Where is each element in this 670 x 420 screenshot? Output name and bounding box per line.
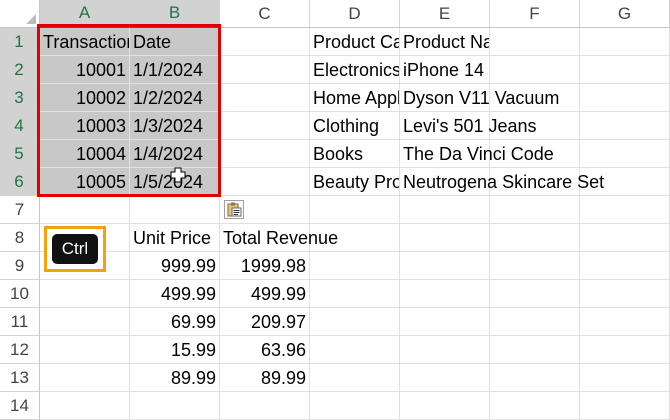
cell-b11[interactable]: 69.99 [130,308,220,336]
cell-c12[interactable]: 63.96 [220,336,310,364]
row-header-9[interactable]: 9 [0,252,40,280]
cell-e6[interactable]: Neutrogena Skincare Set [400,168,604,196]
grid-vertical-line [579,28,580,420]
cell-b5[interactable]: 1/4/2024 [130,140,220,168]
cell-c11[interactable]: 209.97 [220,308,310,336]
spreadsheet-grid[interactable]: A B C D E F G 1 2 3 4 5 6 7 8 9 10 11 12… [0,0,670,420]
row-header-11[interactable]: 11 [0,308,40,336]
cell-e2[interactable]: iPhone 14 Pro [400,56,490,84]
column-header-f[interactable]: F [490,0,580,28]
cell-e5[interactable]: The Da Vinci Code [400,140,554,168]
column-header-g[interactable]: G [580,0,670,28]
row-header-3[interactable]: 3 [0,84,40,112]
cell-c9[interactable]: 1999.98 [220,252,310,280]
cell-a3[interactable]: 10002 [40,84,130,112]
row-header-10[interactable]: 10 [0,280,40,308]
row-header-5[interactable]: 5 [0,140,40,168]
ctrl-key-label: Ctrl [52,234,98,264]
row-header-4[interactable]: 4 [0,112,40,140]
cell-b2[interactable]: 1/1/2024 [130,56,220,84]
cell-d1[interactable]: Product Category [310,28,400,56]
column-header-b[interactable]: B [130,0,220,28]
row-header-8[interactable]: 8 [0,224,40,252]
cell-a2[interactable]: 10001 [40,56,130,84]
row-header-13[interactable]: 13 [0,364,40,392]
select-all-corner[interactable] [0,0,40,28]
cell-e1[interactable]: Product Name [400,28,490,56]
cell-d5[interactable]: Books [310,140,400,168]
cell-d6[interactable]: Beauty Products [310,168,400,196]
cell-d2[interactable]: Electronics [310,56,400,84]
column-header-a[interactable]: A [40,0,130,28]
cell-e3[interactable]: Dyson V11 Vacuum [400,84,559,112]
row-header-14[interactable]: 14 [0,392,40,420]
paste-options-icon[interactable] [224,200,244,219]
row-header-6[interactable]: 6 [0,168,40,196]
cell-c13[interactable]: 89.99 [220,364,310,392]
row-header-12[interactable]: 12 [0,336,40,364]
column-header-c[interactable]: C [220,0,310,28]
cell-d4[interactable]: Clothing [310,112,400,140]
cell-e4[interactable]: Levi's 501 Jeans [400,112,537,140]
row-header-7[interactable]: 7 [0,196,40,224]
cell-b13[interactable]: 89.99 [130,364,220,392]
cell-a6[interactable]: 10005 [40,168,130,196]
cell-b9[interactable]: 999.99 [130,252,220,280]
cell-a1[interactable]: Transaction ID [40,28,130,56]
cell-b8[interactable]: Unit Price [130,224,220,252]
cell-b10[interactable]: 499.99 [130,280,220,308]
cell-select-cursor-icon [170,167,186,183]
cell-b4[interactable]: 1/3/2024 [130,112,220,140]
column-header-d[interactable]: D [310,0,400,28]
cell-b12[interactable]: 15.99 [130,336,220,364]
cell-c10[interactable]: 499.99 [220,280,310,308]
cell-d3[interactable]: Home Appliances [310,84,400,112]
clipboard-icon [227,202,242,217]
cell-b1[interactable]: Date [130,28,220,56]
row-header-1[interactable]: 1 [0,28,40,56]
cell-a4[interactable]: 10003 [40,112,130,140]
ctrl-key-indicator: Ctrl [44,226,106,272]
cell-b3[interactable]: 1/2/2024 [130,84,220,112]
column-header-e[interactable]: E [400,0,490,28]
cell-c8[interactable]: Total Revenue [220,224,338,252]
cell-a5[interactable]: 10004 [40,140,130,168]
row-header-2[interactable]: 2 [0,56,40,84]
select-all-triangle-icon [26,14,36,24]
